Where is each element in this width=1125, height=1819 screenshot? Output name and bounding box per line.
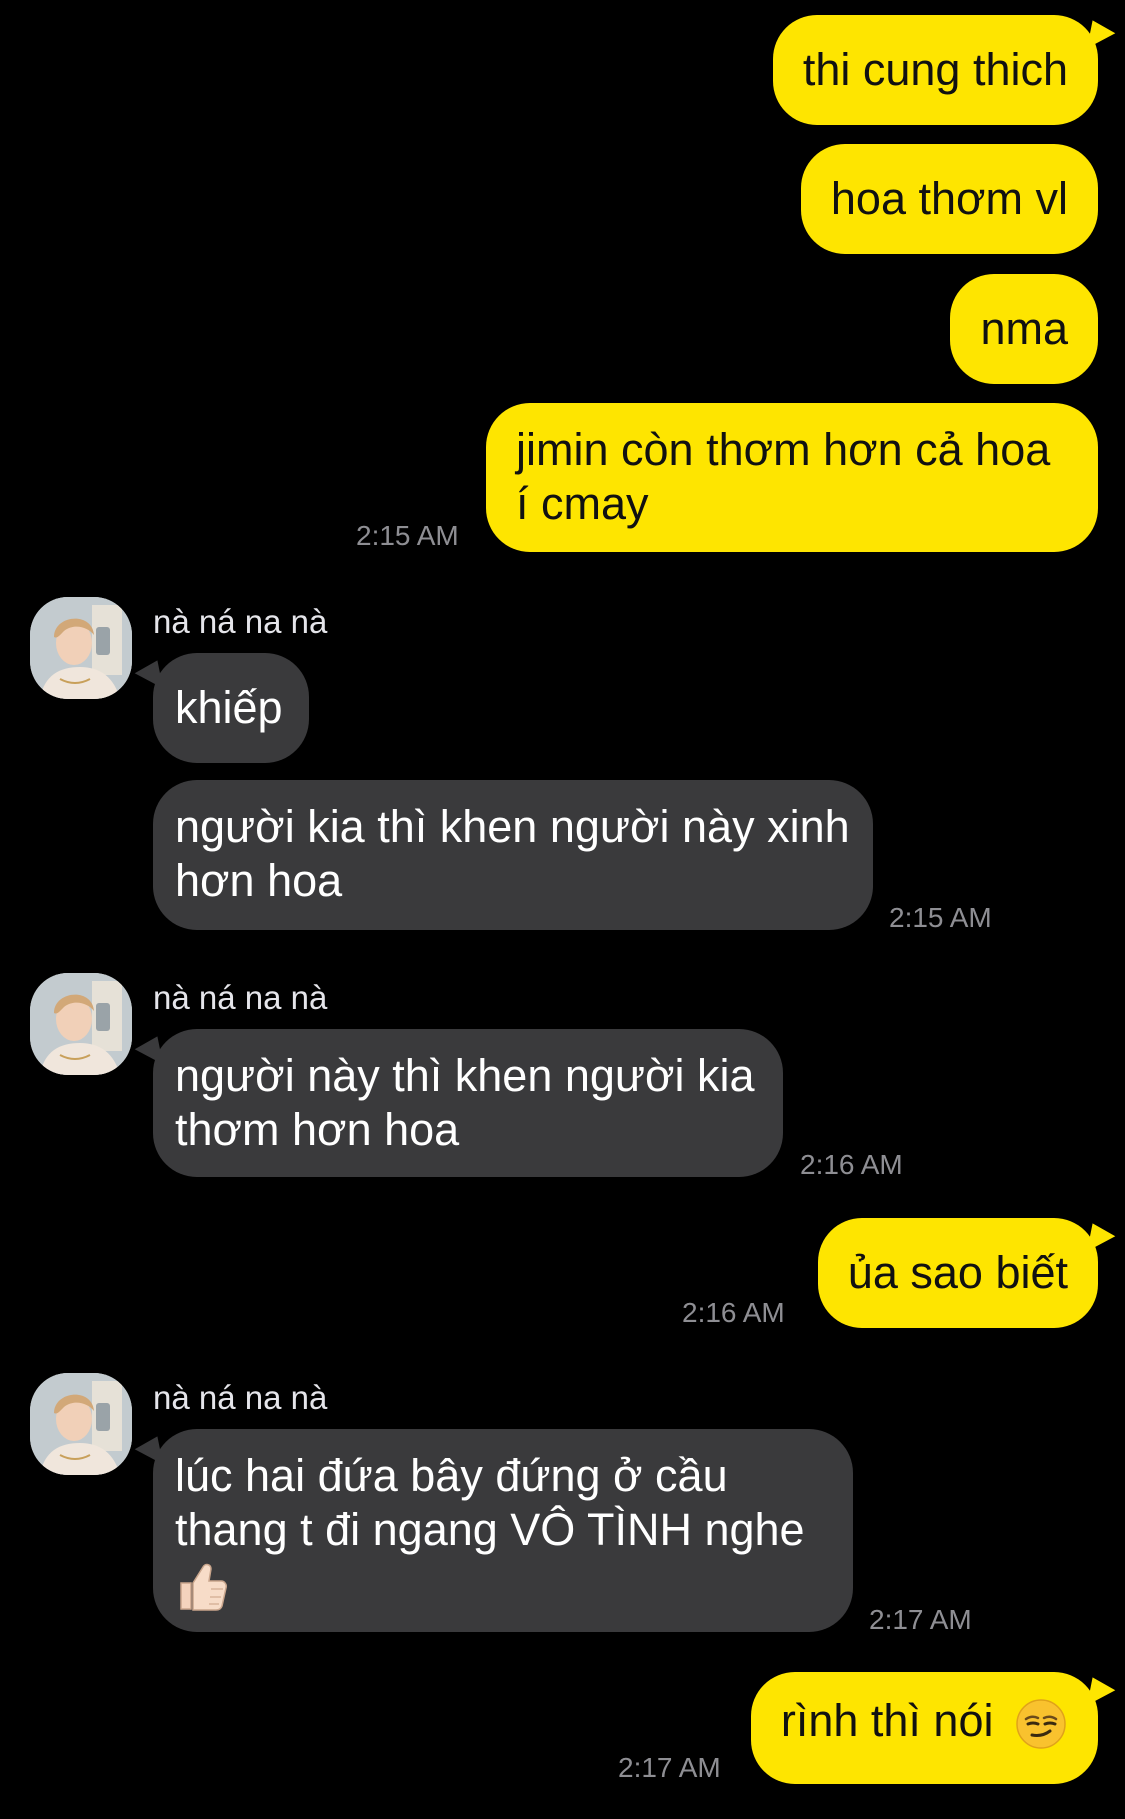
message-text: khiếp [175, 682, 283, 733]
message-bubble-sent[interactable]: hoa thơm vl [800, 144, 1098, 254]
message-timestamp: 2:17 AM [869, 1604, 972, 1635]
message-text: ủa sao biết [847, 1247, 1068, 1298]
message-text: người này thì khen người kia [175, 1050, 755, 1101]
message-bubble-received[interactable]: lúc hai đứa bây đứng ở cầu thang t đi ng… [153, 1429, 853, 1632]
message-bubble-sent[interactable]: rình thì nói [750, 1672, 1098, 1784]
avatar-photo [30, 597, 132, 699]
message-text: í cmay [516, 478, 649, 529]
message-text: thi cung thich [802, 44, 1068, 95]
message-bubble-received[interactable]: khiếp [153, 653, 309, 763]
avatar-photo [30, 1373, 132, 1475]
sender-name: nà ná na nà [153, 979, 328, 1016]
avatar-photo [30, 973, 132, 1075]
message-timestamp: 2:15 AM [356, 520, 459, 551]
message-timestamp: 2:16 AM [682, 1297, 785, 1328]
message-text: jimin còn thơm hơn cả hoa [516, 424, 1051, 475]
message-text: thang t đi ngang VÔ TÌNH nghe [175, 1504, 805, 1555]
message-timestamp: 2:16 AM [800, 1149, 903, 1180]
message-bubble-received[interactable]: người kia thì khen người này xinh hơn ho… [153, 780, 873, 930]
message-timestamp: 2:15 AM [889, 902, 992, 933]
message-text: rình thì nói [780, 1695, 994, 1746]
message-bubble-sent[interactable]: thi cung thich [772, 15, 1098, 125]
contact-avatar[interactable] [30, 1373, 132, 1475]
thumbs-up-icon [180, 1563, 227, 1611]
contact-avatar[interactable] [30, 597, 132, 699]
message-text: thơm hơn hoa [175, 1104, 460, 1155]
message-text: hơn hoa [175, 855, 343, 906]
message-bubble-received[interactable]: người này thì khen người kia thơm hơn ho… [153, 1029, 783, 1177]
smirking-face-icon [1016, 1699, 1066, 1749]
message-text: hoa thơm vl [830, 173, 1068, 224]
message-text: nma [980, 303, 1068, 354]
thumbs-up-icon [175, 1557, 823, 1615]
sender-name: nà ná na nà [153, 1379, 328, 1416]
message-text: lúc hai đứa bây đứng ở cầu [175, 1450, 728, 1501]
sender-name: nà ná na nà [153, 603, 328, 640]
contact-avatar[interactable] [30, 973, 132, 1075]
message-bubble-sent[interactable]: nma [950, 274, 1098, 384]
message-bubble-sent[interactable]: jimin còn thơm hơn cả hoa í cmay [486, 403, 1098, 552]
message-text: người kia thì khen người này xinh [175, 801, 850, 852]
message-timestamp: 2:17 AM [618, 1752, 721, 1783]
message-bubble-sent[interactable]: ủa sao biết [817, 1218, 1098, 1328]
